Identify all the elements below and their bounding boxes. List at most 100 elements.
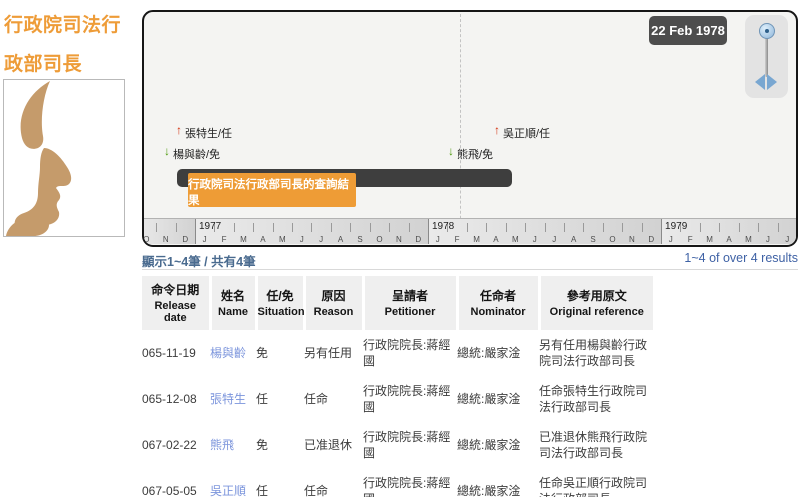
person-link[interactable]: 楊與齡: [210, 346, 246, 360]
axis-year-tick: [195, 219, 196, 244]
table-row: 067-02-22 熊飛 免 已准退休 行政院院長:蔣經國 總統:嚴家淦 已准退…: [142, 422, 653, 468]
person-link[interactable]: 熊飛: [210, 438, 234, 452]
pan-buttons: [755, 74, 777, 90]
cell-name: 楊與齡: [210, 330, 256, 376]
axis-month-label: A: [719, 235, 738, 244]
axis-month-label: F: [214, 235, 233, 244]
col-header-release-date: 命令日期Release date: [142, 276, 210, 330]
axis-month-label: M: [273, 235, 292, 244]
cell-original-reference: 另有任用楊與齡行政院司法行政部司長: [539, 330, 653, 376]
axis-month-label: A: [486, 235, 505, 244]
zoom-slider-handle[interactable]: [759, 23, 775, 39]
axis-month-tick: [409, 223, 410, 232]
event-label: 吳正順/任: [503, 125, 550, 141]
timeline-event[interactable]: ↑ 吳正順/任: [494, 125, 550, 141]
cell-name: 吳正順: [210, 468, 256, 497]
axis-month-tick: [778, 223, 779, 232]
table-row: 067-05-05 吳正順 任 任命 行政院院長:蔣經國 總統:嚴家淦 任命吳正…: [142, 468, 653, 497]
axis-year-label: 1977: [199, 221, 221, 232]
table-row: 065-12-08 張特生 任 任命 行政院院長:蔣經國 總統:嚴家淦 任命張特…: [142, 376, 653, 422]
axis-month-tick: [719, 223, 720, 232]
axis-month-label: N: [156, 235, 175, 244]
axis-year-label: 1978: [432, 221, 454, 232]
axis-month-tick: [389, 223, 390, 232]
timeline-event[interactable]: ↓ 熊飛/免: [448, 146, 493, 162]
results-count-zh: 顯示1~4筆 / 共有4筆: [142, 251, 256, 270]
axis-month-tick: [758, 223, 759, 232]
axis-month-tick: [486, 223, 487, 232]
pan-right-icon[interactable]: [767, 74, 777, 90]
timeline-axis[interactable]: ONDJFMAMJJASONDJFMAMJJASONDJFMAMJJ197719…: [144, 218, 796, 244]
face-profile-icon: [4, 80, 124, 236]
col-header-situation: 任/免Situation: [256, 276, 304, 330]
axis-month-tick: [545, 223, 546, 232]
results-count-en: 1~4 of over 4 results: [684, 251, 798, 265]
axis-month-label: S: [583, 235, 602, 244]
axis-month-label: O: [144, 235, 156, 244]
axis-month-label: J: [525, 235, 544, 244]
cell-nominator: 總統:嚴家淦: [457, 330, 539, 376]
down-arrow-icon: ↓: [448, 146, 454, 157]
axis-month-tick: [622, 223, 623, 232]
cell-name: 張特生: [210, 376, 256, 422]
axis-month-tick: [176, 223, 177, 232]
axis-month-tick: [156, 223, 157, 232]
timeline-zoom-control: [745, 15, 788, 98]
col-header-original-reference: 參考用原文Original reference: [539, 276, 653, 330]
cell-original-reference: 已准退休熊飛行政院司法行政部司長: [539, 422, 653, 468]
down-arrow-icon: ↓: [164, 146, 170, 157]
axis-month-label: M: [739, 235, 758, 244]
axis-month-tick: [331, 223, 332, 232]
timeline-event[interactable]: ↑ 張特生/任: [176, 125, 232, 141]
axis-month-label: A: [253, 235, 272, 244]
results-table: 命令日期Release date 姓名Name 任/免Situation 原因R…: [142, 276, 653, 497]
axis-month-tick: [739, 223, 740, 232]
page-title: 行政院司法行政部司長: [4, 6, 134, 84]
axis-month-tick: [253, 223, 254, 232]
cell-nominator: 總統:嚴家淦: [457, 376, 539, 422]
cell-nominator: 總統:嚴家淦: [457, 468, 539, 497]
axis-month-label: J: [758, 235, 777, 244]
axis-month-label: N: [389, 235, 408, 244]
axis-month-label: J: [428, 235, 447, 244]
axis-month-tick: [583, 223, 584, 232]
cell-situation: 任: [256, 376, 304, 422]
axis-month-label: O: [603, 235, 622, 244]
timeline-panel[interactable]: 22 Feb 1978 ↑ 張特生/任 ↓ 楊與齡/免 ↑ 吳正順/任 ↓ 熊飛…: [142, 10, 798, 247]
current-date-flag: 22 Feb 1978: [649, 16, 727, 45]
col-header-name: 姓名Name: [210, 276, 256, 330]
cell-reason: 已准退休: [304, 422, 363, 468]
axis-month-tick: [467, 223, 468, 232]
portrait-box: [3, 79, 125, 237]
col-header-nominator: 任命者Nominator: [457, 276, 539, 330]
table-row: 065-11-19 楊與齡 免 另有任用 行政院院長:蔣經國 總統:嚴家淦 另有…: [142, 330, 653, 376]
person-link[interactable]: 張特生: [210, 392, 246, 406]
axis-month-label: M: [700, 235, 719, 244]
axis-month-tick: [603, 223, 604, 232]
axis-month-label: A: [564, 235, 583, 244]
axis-year-label: 1979: [665, 221, 687, 232]
axis-month-tick: [350, 223, 351, 232]
axis-month-label: F: [680, 235, 699, 244]
cell-release-date: 065-12-08: [142, 376, 210, 422]
axis-month-tick: [311, 223, 312, 232]
axis-month-label: F: [447, 235, 466, 244]
cell-situation: 免: [256, 330, 304, 376]
axis-month-label: J: [661, 235, 680, 244]
pan-left-icon[interactable]: [755, 74, 765, 90]
axis-month-label: D: [642, 235, 661, 244]
axis-month-label: J: [778, 235, 796, 244]
app-root: 行政院司法行政部司長 22 Feb 1978 ↑ 張特生/任 ↓ 楊與齡/免: [0, 0, 800, 497]
cell-situation: 任: [256, 468, 304, 497]
cell-original-reference: 任命吳正順行政院司法行政部司長: [539, 468, 653, 497]
axis-month-tick: [292, 223, 293, 232]
person-link[interactable]: 吳正順: [210, 484, 246, 497]
timeline-event[interactable]: ↓ 楊與齡/免: [164, 146, 220, 162]
cell-original-reference: 任命張特生行政院司法行政部司長: [539, 376, 653, 422]
cell-reason: 任命: [304, 376, 363, 422]
cell-reason: 任命: [304, 468, 363, 497]
cell-name: 熊飛: [210, 422, 256, 468]
axis-year-tick: [428, 219, 429, 244]
axis-month-label: J: [545, 235, 564, 244]
results-count-bar: 顯示1~4筆 / 共有4筆 1~4 of over 4 results: [142, 251, 798, 270]
